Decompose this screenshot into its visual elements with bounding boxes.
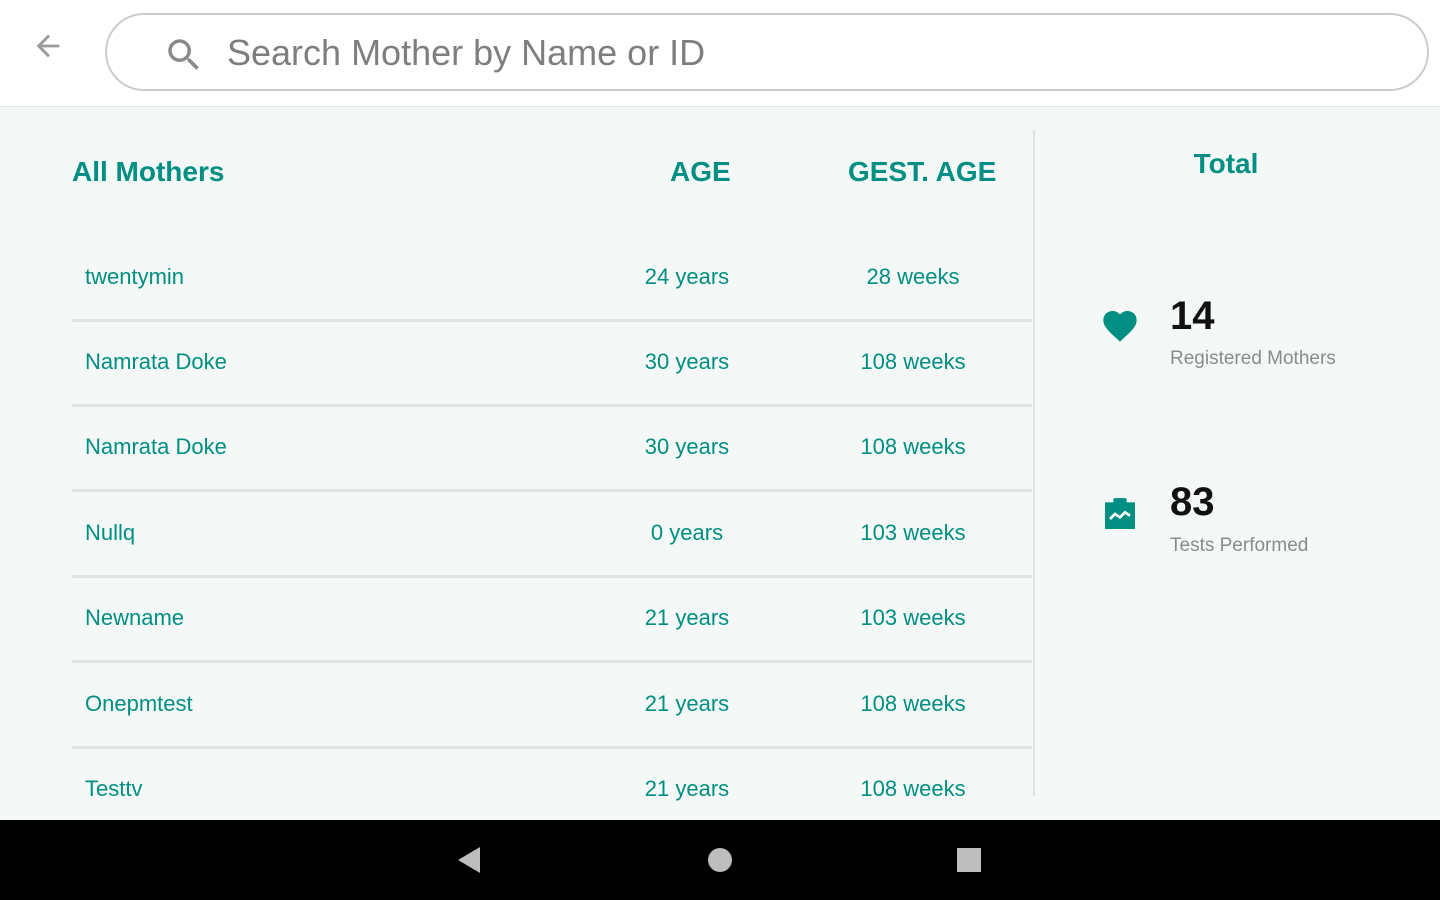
table-row[interactable]: Newname 21 years 103 weeks bbox=[72, 575, 1032, 663]
mother-name: Testtv bbox=[85, 776, 143, 801]
header-all-mothers: All Mothers bbox=[72, 156, 225, 187]
gestational-age: 103 weeks bbox=[860, 520, 966, 545]
registered-mothers-count: 14 bbox=[1170, 294, 1215, 338]
table-row[interactable]: twentymin 24 years 28 weeks bbox=[72, 234, 1032, 322]
table-row[interactable]: Testtv 21 years 108 weeks bbox=[72, 746, 1032, 831]
search-icon bbox=[168, 39, 199, 70]
mother-age: 0 years bbox=[650, 520, 724, 545]
mother-age: 24 years bbox=[644, 264, 730, 289]
nav-back-icon[interactable] bbox=[450, 842, 490, 878]
gestational-age: 108 weeks bbox=[860, 349, 966, 374]
mother-name: Namrata Doke bbox=[85, 349, 227, 374]
back-button[interactable] bbox=[28, 26, 68, 66]
top-app-bar bbox=[0, 0, 1440, 107]
table-row[interactable]: Onepmtest 21 years 108 weeks bbox=[72, 661, 1032, 749]
mothers-list-panel: All Mothers AGE GEST. AGE twentymin 24 y… bbox=[0, 106, 1034, 820]
gestational-age: 108 weeks bbox=[860, 776, 966, 801]
header-age: AGE bbox=[670, 156, 731, 187]
registered-mothers-label: Registered Mothers bbox=[1170, 348, 1336, 369]
tests-performed-label: Tests Performed bbox=[1170, 535, 1309, 556]
table-row[interactable]: Nullq 0 years 103 weeks bbox=[72, 490, 1032, 578]
mother-age: 30 years bbox=[644, 434, 730, 459]
mother-name: Nullq bbox=[85, 520, 136, 545]
system-navigation-bar bbox=[0, 820, 1440, 900]
mother-name: Newname bbox=[85, 605, 185, 630]
mother-age: 21 years bbox=[644, 605, 730, 630]
tests-performed-count: 83 bbox=[1170, 480, 1215, 524]
chart-clipboard-icon bbox=[1105, 498, 1135, 529]
gestational-age: 108 weeks bbox=[860, 691, 966, 716]
nav-recents-icon[interactable] bbox=[949, 842, 989, 878]
arrow-back-icon bbox=[36, 34, 60, 58]
heart-icon bbox=[1103, 311, 1137, 342]
mother-age: 21 years bbox=[644, 691, 730, 716]
gestational-age: 28 weeks bbox=[866, 264, 960, 289]
table-row[interactable]: Namrata Doke 30 years 108 weeks bbox=[72, 319, 1032, 407]
mother-name: Namrata Doke bbox=[85, 434, 227, 459]
header-gest-age: GEST. AGE bbox=[848, 156, 997, 187]
gestational-age: 108 weeks bbox=[860, 434, 966, 459]
gestational-age: 103 weeks bbox=[860, 605, 966, 630]
search-bar[interactable] bbox=[105, 13, 1429, 91]
mother-name: Onepmtest bbox=[85, 691, 193, 716]
totals-panel: Total 14 Registered Mothers 83 Tests Per… bbox=[1036, 106, 1440, 820]
table-row[interactable]: Namrata Doke 30 years 108 weeks bbox=[72, 404, 1032, 492]
nav-home-icon[interactable] bbox=[700, 842, 740, 878]
vertical-divider bbox=[1033, 130, 1035, 796]
totals-title: Total bbox=[1193, 148, 1259, 179]
search-input[interactable] bbox=[225, 25, 1409, 81]
mother-age: 21 years bbox=[644, 776, 730, 801]
mother-age: 30 years bbox=[644, 349, 730, 374]
mother-name: twentymin bbox=[85, 264, 185, 289]
